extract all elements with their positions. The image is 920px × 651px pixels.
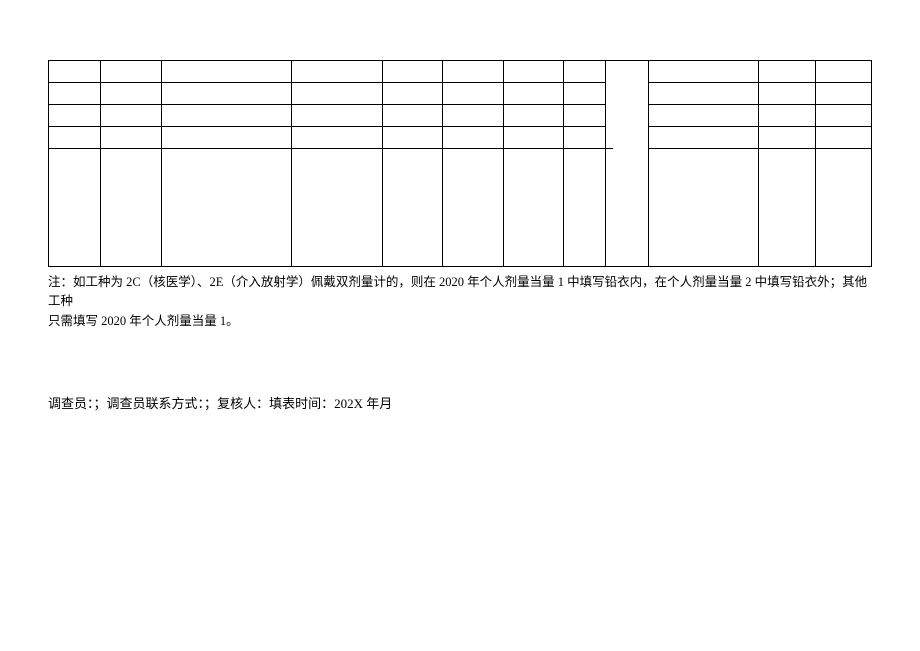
investigator-label: 调查员： — [48, 396, 94, 411]
table-row — [49, 149, 872, 267]
filltime-label: 填表时间： — [269, 396, 334, 411]
sep: ； — [204, 396, 217, 411]
contact-label: 调查员联系方式： — [107, 396, 205, 411]
data-table — [48, 60, 872, 267]
footnote-line1: 注：如工种为 2C（核医学）、2E（介入放射学）佩戴双剂量计的，则在 2020 … — [48, 275, 867, 308]
sep: ； — [94, 396, 107, 411]
form-footer: 调查员：；调查员联系方式：；复核人：填表时间：202X 年月 — [48, 393, 872, 412]
reviewer-label: 复核人： — [217, 396, 269, 411]
table-row — [49, 83, 872, 105]
footnote-line2: 只需填写 2020 年个人剂量当量 1。 — [48, 314, 239, 328]
table-footnote: 注：如工种为 2C（核医学）、2E（介入放射学）佩戴双剂量计的，则在 2020 … — [48, 273, 872, 331]
filltime-value: 202X 年月 — [334, 396, 392, 411]
table-row — [49, 127, 872, 149]
table-row — [49, 61, 872, 83]
data-table-wrapper — [48, 60, 872, 267]
table-row — [49, 105, 872, 127]
